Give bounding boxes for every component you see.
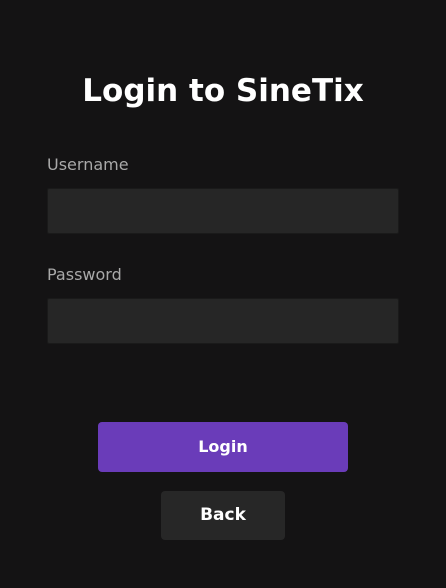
back-button[interactable]: Back (161, 491, 285, 540)
login-button[interactable]: Login (98, 422, 348, 472)
username-label: Username (47, 155, 129, 174)
page-title: Login to SineTix (82, 73, 364, 109)
password-input[interactable] (47, 298, 399, 344)
password-label: Password (47, 265, 122, 284)
username-input[interactable] (47, 188, 399, 234)
